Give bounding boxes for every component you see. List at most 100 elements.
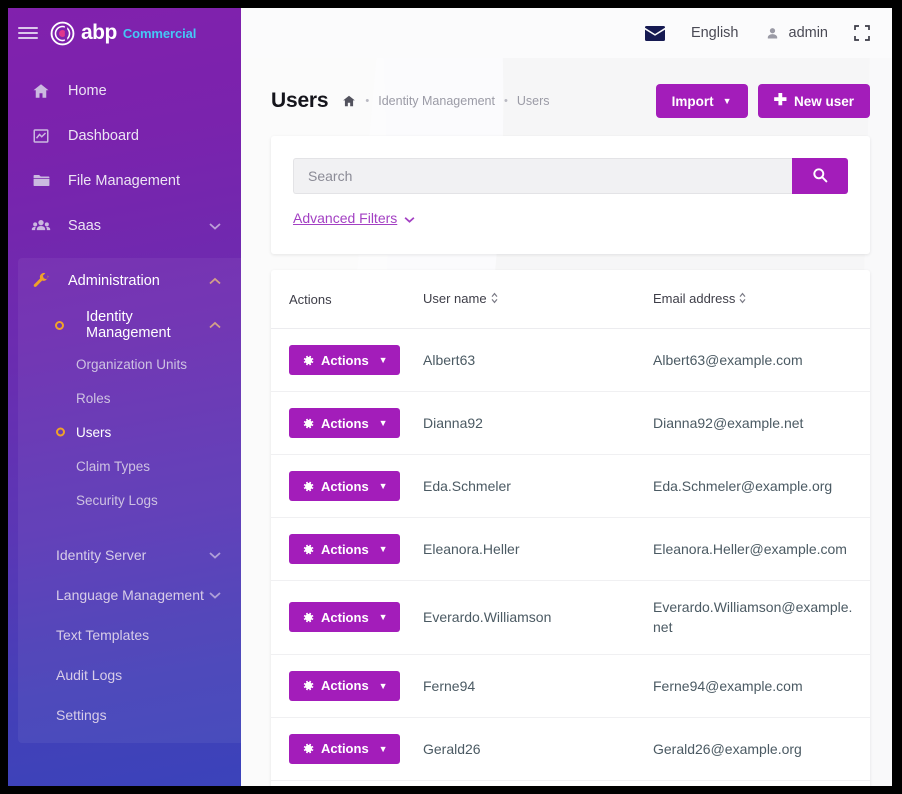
table-cell-email: Albert63@example.com: [653, 329, 870, 392]
search-row: [293, 158, 848, 194]
breadcrumb: • Identity Management • Users: [342, 94, 549, 108]
sidebar-subitem-organization-units[interactable]: Organization Units: [18, 347, 241, 381]
sidebar-item-label: Dashboard: [68, 128, 241, 144]
row-actions-button[interactable]: Actions ▼: [289, 671, 400, 701]
sidebar-item-label: Identity Server: [56, 547, 209, 563]
page-header-actions: Import ▼ ✚ New user: [656, 84, 870, 118]
sidebar-subitem-label: Organization Units: [76, 357, 187, 372]
import-button-label: Import: [672, 94, 714, 109]
brand-row: abp Commercial: [8, 8, 241, 58]
sidebar-item-label: Identity Management: [86, 309, 193, 341]
new-user-button-label: New user: [794, 94, 854, 109]
table-cell-username: Joelle83: [423, 780, 653, 786]
hamburger-menu-icon[interactable]: [18, 27, 38, 39]
page-title: Users: [271, 89, 328, 113]
caret-down-icon: ▼: [379, 681, 388, 691]
logo-text-commercial: Commercial: [123, 26, 196, 41]
column-header-username[interactable]: User name: [423, 270, 653, 329]
sidebar-item-settings[interactable]: Settings: [18, 695, 241, 735]
user-menu[interactable]: admin: [765, 25, 829, 41]
new-user-button[interactable]: ✚ New user: [758, 84, 870, 118]
sidebar-subitem-claim-types[interactable]: Claim Types: [18, 449, 241, 483]
sidebar-subitem-users[interactable]: Users: [18, 415, 241, 449]
envelope-icon[interactable]: [645, 26, 665, 41]
language-selector[interactable]: English: [691, 25, 739, 41]
gear-icon: [301, 480, 314, 493]
chart-icon: [30, 127, 52, 145]
import-button[interactable]: Import ▼: [656, 84, 748, 118]
home-icon[interactable]: [342, 94, 356, 108]
sidebar-subitem-roles[interactable]: Roles: [18, 381, 241, 415]
row-actions-label: Actions: [321, 542, 369, 557]
table-cell-actions: Actions ▼: [271, 654, 423, 717]
sidebar-item-administration[interactable]: Administration: [18, 258, 241, 303]
sidebar-item-language-management[interactable]: Language Management: [18, 575, 241, 615]
table-cell-email: Eda.Schmeler@example.org: [653, 455, 870, 518]
search-icon: [812, 167, 828, 186]
username-label: admin: [789, 25, 829, 41]
sidebar-item-identity-server[interactable]: Identity Server: [18, 535, 241, 575]
chevron-down-icon[interactable]: [209, 222, 221, 230]
users-table-head: Actions User name Email address: [271, 270, 870, 329]
sidebar-item-audit-logs[interactable]: Audit Logs: [18, 655, 241, 695]
sort-icon[interactable]: [491, 292, 498, 307]
fullscreen-icon[interactable]: [854, 25, 870, 41]
row-actions-label: Actions: [321, 479, 369, 494]
caret-down-icon: ▼: [723, 96, 732, 106]
advanced-filters-toggle[interactable]: Advanced Filters: [293, 210, 415, 226]
sidebar-item-file-management[interactable]: File Management: [8, 158, 241, 203]
sidebar-item-text-templates[interactable]: Text Templates: [18, 615, 241, 655]
row-actions-button[interactable]: Actions ▼: [289, 602, 400, 632]
logo-text-abp: abp: [81, 21, 117, 45]
abp-logo[interactable]: abp Commercial: [50, 21, 196, 46]
column-header-email[interactable]: Email address: [653, 270, 870, 329]
sidebar-item-identity-management[interactable]: Identity Management: [18, 303, 241, 347]
main-content: English admin Users •: [241, 8, 892, 786]
table-cell-actions: Actions ▼: [271, 780, 423, 786]
table-row: Actions ▼ Gerald26 Gerald26@example.org: [271, 717, 870, 780]
table-cell-email: Joelle83@example.net: [653, 780, 870, 786]
chevron-up-icon[interactable]: [209, 277, 221, 285]
users-table: Actions User name Email address: [271, 270, 870, 786]
row-actions-button[interactable]: Actions ▼: [289, 471, 400, 501]
table-row: Actions ▼ Everardo.Williamson Everardo.W…: [271, 581, 870, 655]
row-actions-button[interactable]: Actions ▼: [289, 408, 400, 438]
table-row: Actions ▼ Eda.Schmeler Eda.Schmeler@exam…: [271, 455, 870, 518]
ring-dot-icon: [56, 425, 65, 440]
row-actions-label: Actions: [321, 416, 369, 431]
sidebar-item-label: Settings: [56, 707, 241, 723]
table-cell-actions: Actions ▼: [271, 717, 423, 780]
sort-icon[interactable]: [739, 292, 746, 307]
search-input[interactable]: [293, 158, 792, 194]
sidebar-item-saas[interactable]: Saas: [8, 203, 241, 248]
table-cell-email: Everardo.Williamson@example.net: [653, 581, 870, 655]
row-actions-button[interactable]: Actions ▼: [289, 734, 400, 764]
sidebar-subitem-label: Security Logs: [76, 493, 158, 508]
breadcrumb-item-users[interactable]: Users: [517, 94, 550, 108]
table-row: Actions ▼ Ferne94 Ferne94@example.com: [271, 654, 870, 717]
column-header-username-label: User name: [423, 291, 487, 306]
caret-down-icon: ▼: [379, 355, 388, 365]
sidebar-subitem-security-logs[interactable]: Security Logs: [18, 483, 241, 517]
table-row: Actions ▼ Joelle83 Joelle83@example.net: [271, 780, 870, 786]
search-button[interactable]: [792, 158, 848, 194]
sidebar-item-dashboard[interactable]: Dashboard: [8, 113, 241, 158]
sidebar-item-label: File Management: [68, 173, 241, 189]
row-actions-button[interactable]: Actions ▼: [289, 534, 400, 564]
home-icon: [30, 82, 52, 100]
sidebar-item-label: Home: [68, 83, 241, 99]
row-actions-button[interactable]: Actions ▼: [289, 345, 400, 375]
table-row: Actions ▼ Albert63 Albert63@example.com: [271, 329, 870, 392]
caret-down-icon: ▼: [379, 418, 388, 428]
table-cell-username: Eda.Schmeler: [423, 455, 653, 518]
ring-dot-icon: [48, 321, 70, 330]
sidebar-item-home[interactable]: Home: [8, 68, 241, 113]
chevron-up-icon[interactable]: [209, 321, 221, 329]
chevron-down-icon[interactable]: [209, 591, 221, 599]
chevron-down-icon[interactable]: [209, 551, 221, 559]
folder-icon: [30, 171, 52, 190]
sidebar-subitem-label: Users: [76, 425, 111, 440]
breadcrumb-item-identity-management[interactable]: Identity Management: [378, 94, 495, 108]
sidebar-item-label: Text Templates: [56, 627, 241, 643]
sidebar-item-label: Administration: [68, 273, 193, 289]
